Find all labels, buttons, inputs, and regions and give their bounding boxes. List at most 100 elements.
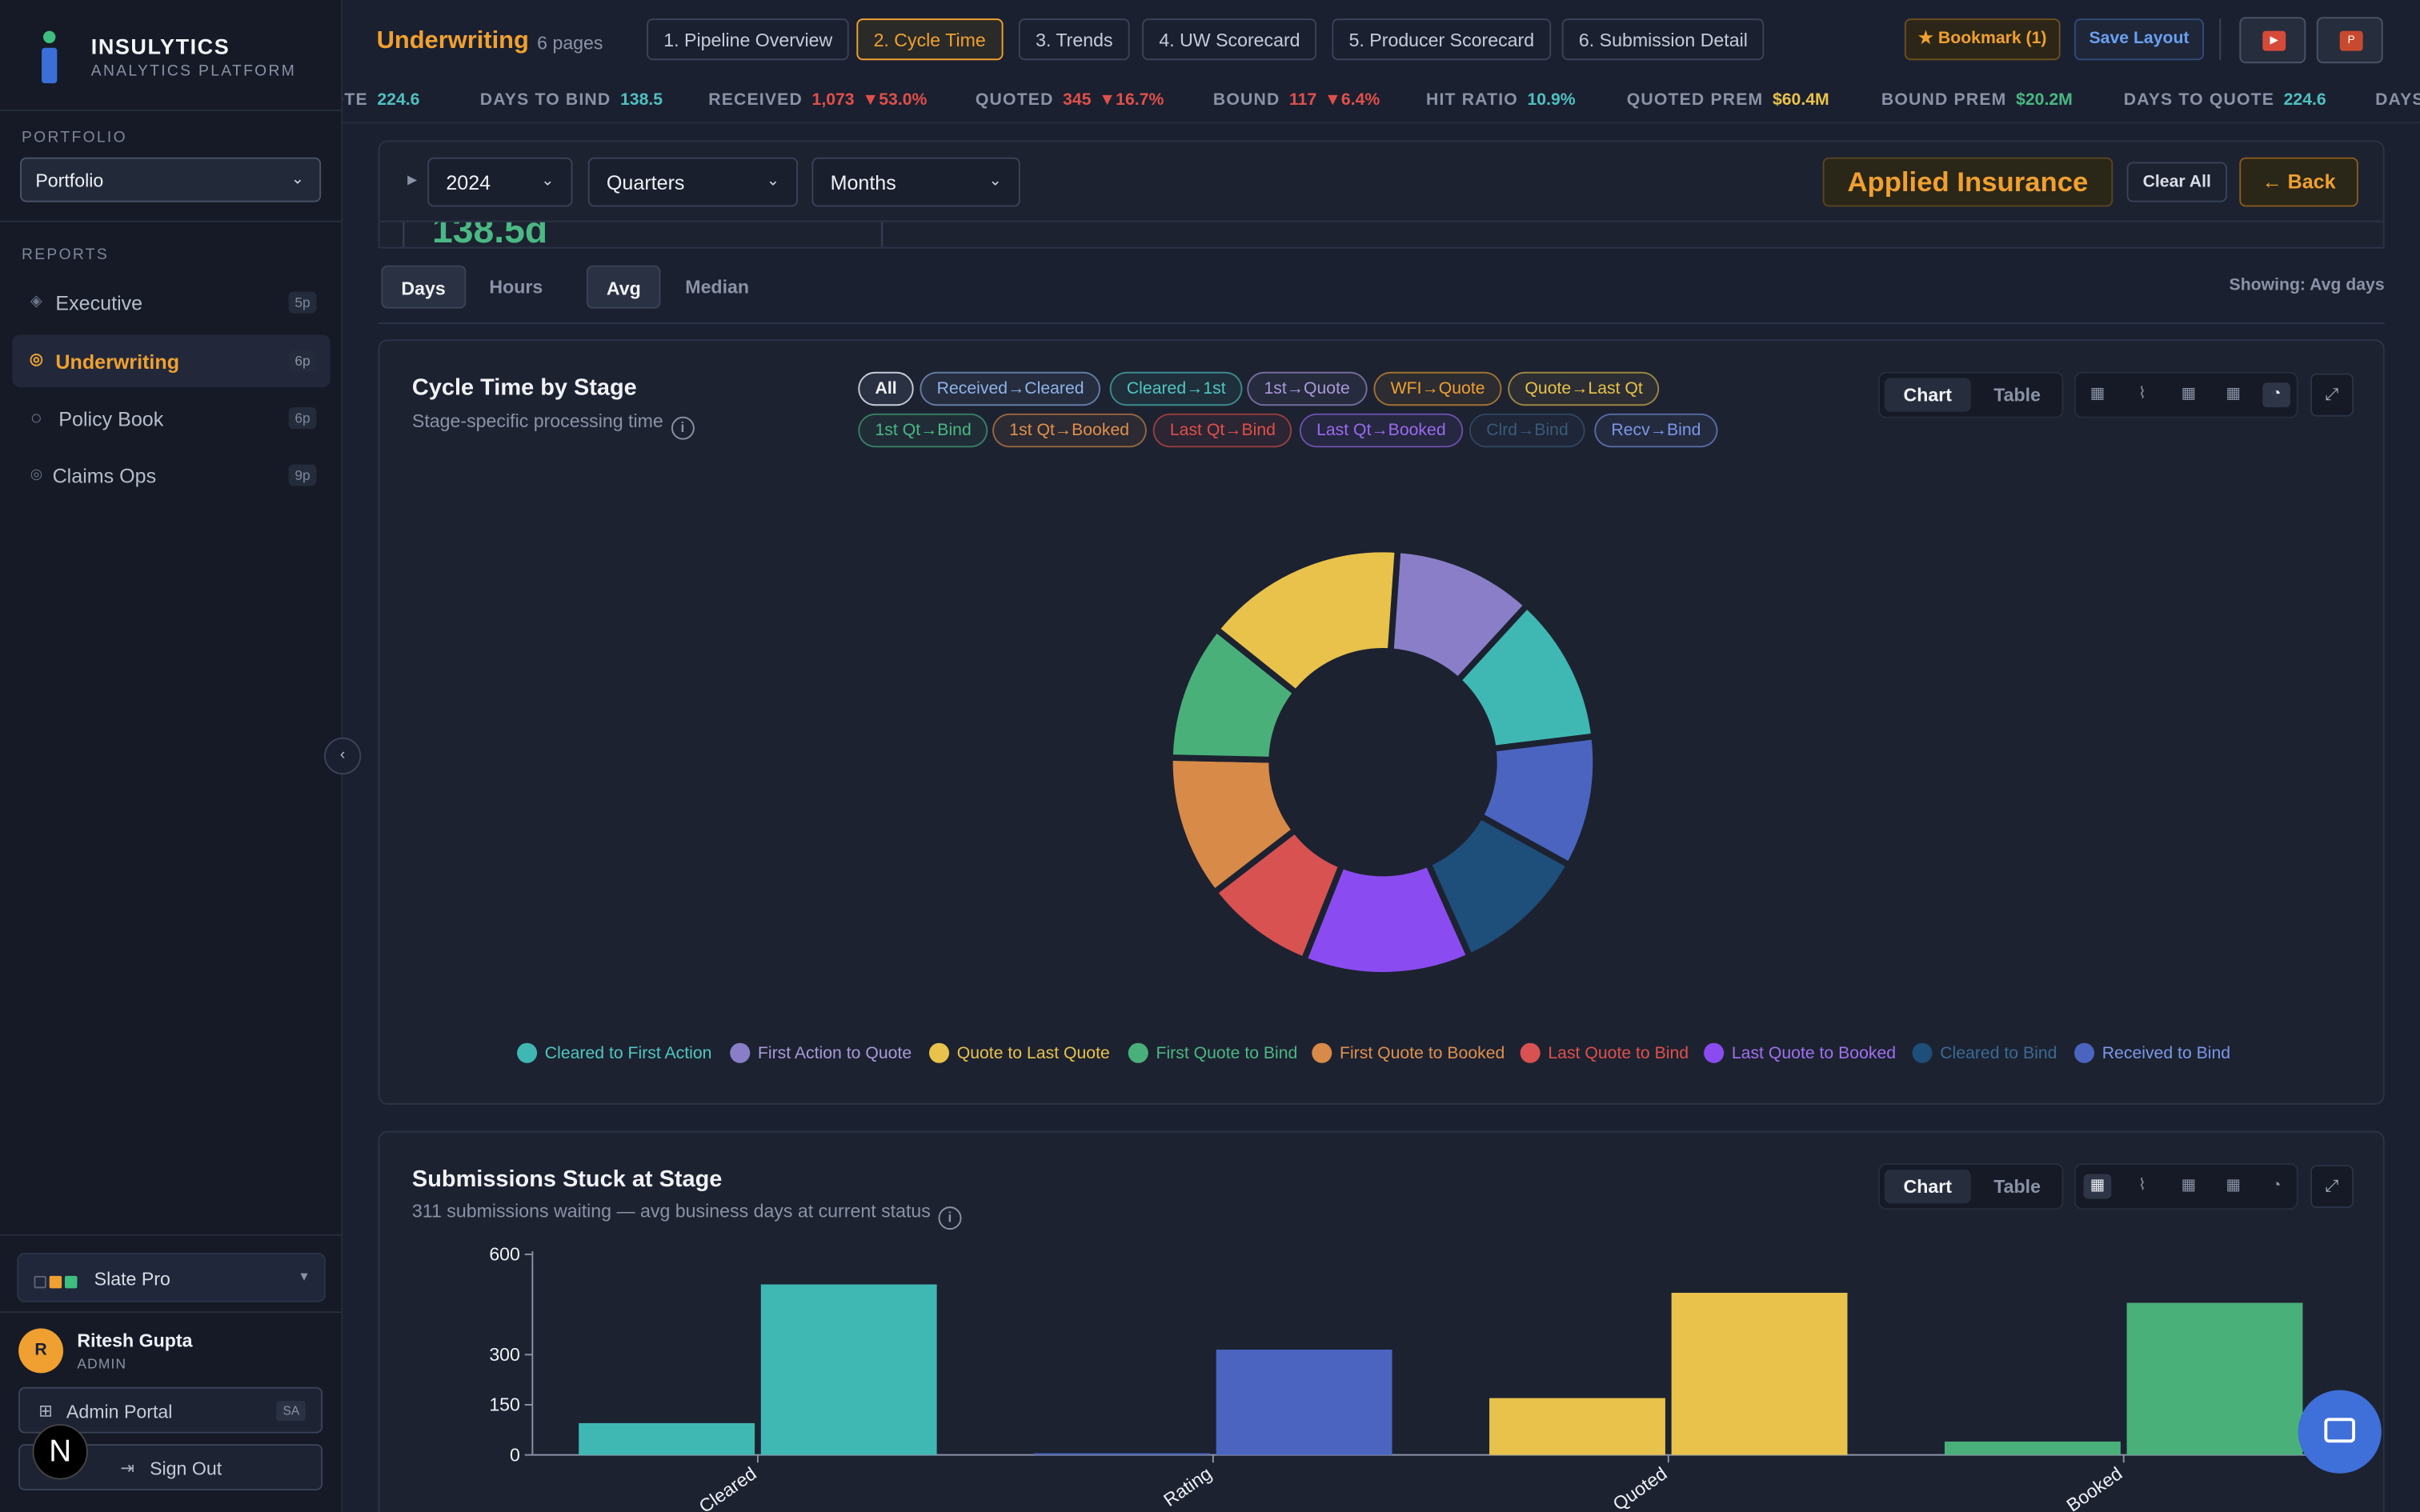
chat-icon — [2324, 1418, 2355, 1443]
app-root: INSULYTICS ANALYTICS PLATFORM PORTFOLIO … — [0, 0, 2420, 1512]
framework-badge-icon[interactable]: N — [32, 1424, 88, 1480]
legend-item-last-quote-to-bind[interactable]: Last Quote to Bind — [1520, 1042, 1689, 1063]
legend-swatch — [1128, 1042, 1148, 1063]
period-select[interactable]: Quarters ⌄ — [587, 157, 799, 207]
sidebar-item-policy-book[interactable]: ○ Policy Book 6p — [12, 392, 330, 445]
page-title: Underwriting — [376, 27, 529, 54]
theme-select[interactable]: Slate Pro ▼ — [17, 1252, 326, 1302]
avatar[interactable]: R — [18, 1328, 64, 1374]
legend-swatch — [1704, 1042, 1725, 1063]
portfolio-label: PORTFOLIO — [21, 129, 127, 147]
legend-item-first-action-to-quote[interactable]: First Action to Quote — [730, 1042, 912, 1063]
toggle-hours[interactable]: Hours — [471, 266, 561, 309]
swatch-dark — [34, 1275, 46, 1289]
granularity-select[interactable]: Months ⌄ — [811, 157, 1020, 207]
legend-item-quote-to-last-quote[interactable]: Quote to Last Quote — [928, 1042, 1110, 1063]
tab-cycle-time[interactable]: 2. Cycle Time — [856, 18, 1003, 61]
bookmark-button[interactable]: ★ Bookmark (1) — [1904, 18, 2061, 61]
theme-name: Slate Pro — [94, 1268, 170, 1290]
sign-out-icon: ⇥ — [120, 1459, 135, 1478]
legend-label: First Quote to Booked — [1339, 1044, 1505, 1063]
tab-pipeline-overview[interactable]: 1. Pipeline Overview — [647, 18, 850, 61]
tab-producer-scorecard[interactable]: 5. Producer Scorecard — [1332, 18, 1552, 61]
tab-trends[interactable]: 3. Trends — [1018, 18, 1130, 61]
kpi-card-peek: 138.5d — [403, 210, 883, 247]
donut-chart — [1166, 546, 1599, 978]
legend-item-last-quote-to-booked[interactable]: Last Quote to Booked — [1704, 1042, 1896, 1063]
year-select[interactable]: 2024 ⌄ — [427, 157, 573, 207]
legend-swatch — [1312, 1042, 1332, 1063]
diamond-icon: ◈ — [30, 293, 42, 310]
back-button[interactable]: ← Back — [2239, 157, 2358, 207]
export-pdf-button[interactable]: ▶ — [2239, 17, 2306, 64]
target-icon: ◎ — [29, 351, 43, 369]
toggle-days[interactable]: Days — [381, 265, 466, 309]
y-tick-label: 0 — [510, 1444, 520, 1465]
legend-label: Cleared to First Action — [544, 1044, 712, 1063]
ticker-item: BOUND PREM $20.2M — [1881, 90, 2073, 110]
legend-swatch — [2073, 1042, 2095, 1063]
y-tick-label: 150 — [489, 1394, 520, 1415]
reports-label: REPORTS — [21, 246, 110, 264]
bar-quoted-2[interactable] — [1671, 1292, 1848, 1455]
page-count-badge: 9p — [288, 464, 317, 486]
legend-item-first-quote-to-booked[interactable]: First Quote to Booked — [1312, 1042, 1505, 1063]
legend-label: Last Quote to Bind — [1548, 1044, 1689, 1063]
filter-panel: 138.5d ▶ 2024 ⌄ Quarters ⌄ Months ⌄ Applied… — [378, 140, 2385, 249]
legend-item-received-to-bind[interactable]: Received to Bind — [2073, 1042, 2230, 1063]
swatch-amber — [49, 1275, 62, 1289]
bar-quoted-1[interactable] — [1489, 1398, 1665, 1455]
sidebar-collapse-button[interactable]: ‹ — [323, 737, 362, 775]
chat-button[interactable] — [2298, 1390, 2382, 1474]
x-tick-label: Booked — [2062, 1462, 2126, 1512]
legend-label: First Action to Quote — [757, 1044, 912, 1063]
legend-label: Cleared to Bind — [1940, 1044, 2057, 1063]
legend-item-first-quote-to-bind[interactable]: First Quote to Bind — [1128, 1042, 1297, 1063]
ticker-item: DAYS — [2375, 90, 2420, 110]
ticker-item: QUOTED PREM $60.4M — [1626, 90, 1829, 110]
clear-all-button[interactable]: Clear All — [2126, 162, 2227, 202]
bar-rating-1[interactable] — [1034, 1453, 1210, 1455]
ticker-item: OTE224.6 — [343, 90, 420, 110]
sidebar-item-underwriting[interactable]: ◎ Underwriting 6p — [12, 334, 331, 388]
legend-item-cleared-to-bind[interactable]: Cleared to Bind — [1912, 1042, 2057, 1063]
slides-icon: P — [2339, 30, 2363, 51]
bar-rating-2[interactable] — [1216, 1350, 1392, 1455]
chevron-left-icon: ‹ — [339, 746, 346, 764]
legend-item-cleared-to-first-action[interactable]: Cleared to First Action — [517, 1042, 712, 1063]
ring-icon: ○ — [30, 406, 42, 430]
divider — [0, 109, 343, 111]
ticker-item: DAYS TO BIND 138.5 — [479, 90, 663, 110]
kpi-ticker: OTE224.6 DAYS TO BIND138.5 RECEIVED1,073… — [343, 80, 2420, 124]
granularity-select-value: Months — [830, 171, 896, 194]
bar-booked-1[interactable] — [1944, 1441, 2121, 1455]
toggle-median[interactable]: Median — [667, 266, 767, 309]
x-tick-label: Quoted — [1609, 1462, 1671, 1512]
tab-submission-detail[interactable]: 6. Submission Detail — [1561, 18, 1765, 61]
bar-cleared-2[interactable] — [760, 1284, 937, 1455]
ticker-item: HIT RATIO 10.9% — [1425, 90, 1576, 110]
bar-booked-2[interactable] — [2126, 1302, 2303, 1455]
chevron-down-icon: ⌄ — [988, 172, 1002, 190]
bar-cleared-1[interactable] — [579, 1422, 755, 1455]
caret-right-icon[interactable]: ▶ — [407, 173, 417, 186]
tab-uw-scorecard[interactable]: 4. UW Scorecard — [1142, 18, 1317, 61]
sign-out-label: Sign Out — [150, 1458, 222, 1480]
toggle-avg[interactable]: Avg — [586, 265, 661, 309]
portfolio-select[interactable]: Portfolio ⌄ — [20, 157, 322, 202]
filter-row: ▶ 2024 ⌄ Quarters ⌄ Months ⌄ Applied Insura… — [379, 142, 2383, 222]
sidebar-item-label: Claims Ops — [52, 464, 157, 488]
ticker-item: BOUND 117 ▼6.4% — [1212, 90, 1380, 110]
chevron-down-icon: ⌄ — [290, 171, 304, 189]
theme-swatches — [34, 1271, 80, 1293]
page-count-badge: 5p — [288, 291, 317, 314]
brand-subtitle: ANALYTICS PLATFORM — [90, 63, 297, 81]
ticker-item: RECEIVED 1,073 ▼53.0% — [708, 90, 928, 110]
sidebar-item-claims-ops[interactable]: ◎ Claims Ops 9p — [12, 449, 330, 502]
role-tag: SA — [276, 1401, 306, 1422]
sidebar-item-executive[interactable]: ◈ Executive 5p — [12, 276, 330, 329]
cycle-time-card: Cycle Time by Stage Stage-specific proce… — [378, 339, 2385, 1105]
export-slides-button[interactable]: P — [2316, 17, 2383, 64]
sidebar: INSULYTICS ANALYTICS PLATFORM PORTFOLIO … — [0, 0, 343, 1512]
save-layout-button[interactable]: Save Layout — [2073, 18, 2204, 61]
